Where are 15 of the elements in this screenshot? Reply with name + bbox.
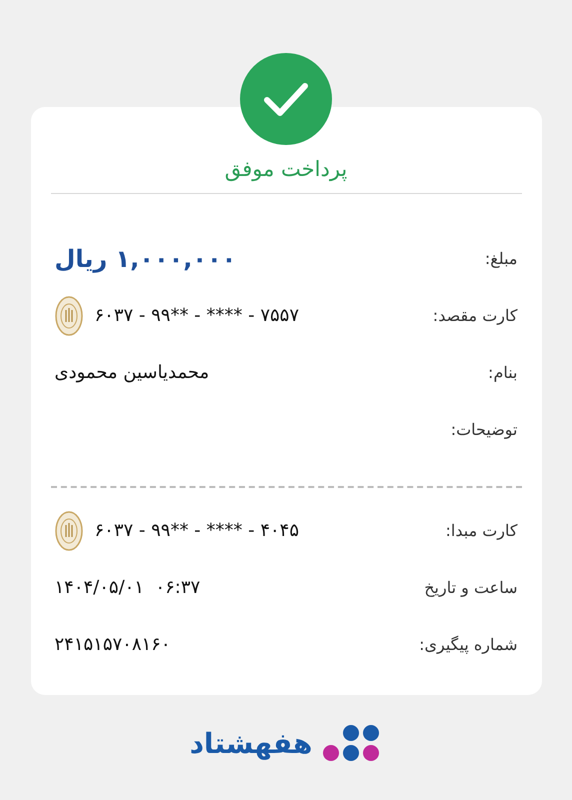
amount-value: ۱,۰۰۰,۰۰۰ ریال [54, 244, 236, 272]
detail-label: توضیحات: [450, 420, 518, 439]
brand-name: هفهشتاد [190, 726, 312, 760]
detail-label: شماره پیگیری: [419, 635, 518, 654]
date-time-value: ۱۴۰۴/۰۵/۰۱ ۰۶:۳۷ [54, 577, 200, 598]
detail-label: بنام: [488, 363, 518, 382]
detail-value: ۲۴۱۵۱۵۷۰۸۱۶۰ [54, 634, 171, 655]
detail-label: کارت مبدا: [446, 521, 518, 540]
card-number: ۶۰۳۷ - ۹۹** - **** - ۷۵۵۷ [94, 305, 299, 326]
card-number: ۶۰۳۷ - ۹۹** - **** - ۴۰۴۵ [94, 520, 299, 541]
status-title: پرداخت موفق [50, 157, 522, 194]
detail-label: کارت مقصد: [432, 306, 518, 325]
detail-label: ساعت و تاریخ [424, 578, 518, 597]
detail-value: محمدیاسین محمودی [54, 362, 210, 383]
detail-label: مبلغ: [484, 249, 518, 268]
